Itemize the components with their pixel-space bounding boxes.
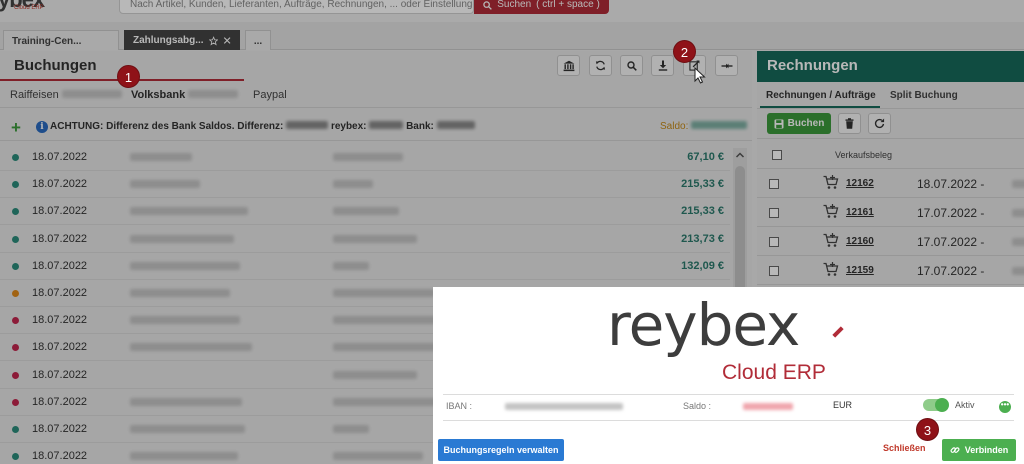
step-marker-1: 1 bbox=[117, 65, 140, 88]
step-marker-3: 3 bbox=[916, 418, 939, 441]
currency-label: EUR bbox=[833, 400, 853, 410]
redacted-iban bbox=[505, 403, 623, 410]
toggle-knob bbox=[935, 398, 949, 412]
brand-name: reybex bbox=[607, 291, 800, 359]
close-button[interactable]: Schließen bbox=[883, 443, 926, 453]
reybex-logo: reybex Cloud ERP bbox=[607, 291, 847, 395]
brand-sub: Cloud ERP bbox=[722, 361, 826, 384]
saldo-label: Saldo : bbox=[683, 401, 712, 411]
brand-accent-mark bbox=[832, 326, 844, 338]
active-label: Aktiv bbox=[955, 400, 975, 410]
more-options-icon[interactable]: ••• bbox=[999, 401, 1011, 413]
redacted-saldo bbox=[743, 403, 793, 410]
step-marker-2: 2 bbox=[673, 40, 696, 63]
connect-label: Verbinden bbox=[964, 445, 1009, 455]
iban-label: IBAN : bbox=[446, 401, 473, 411]
active-toggle[interactable] bbox=[923, 398, 949, 412]
divider bbox=[443, 394, 1014, 395]
mouse-cursor-icon bbox=[694, 67, 706, 84]
manage-rules-button[interactable]: Buchungsregeln verwalten bbox=[438, 439, 564, 461]
connect-button[interactable]: Verbinden bbox=[942, 439, 1016, 461]
link-icon bbox=[950, 447, 960, 453]
